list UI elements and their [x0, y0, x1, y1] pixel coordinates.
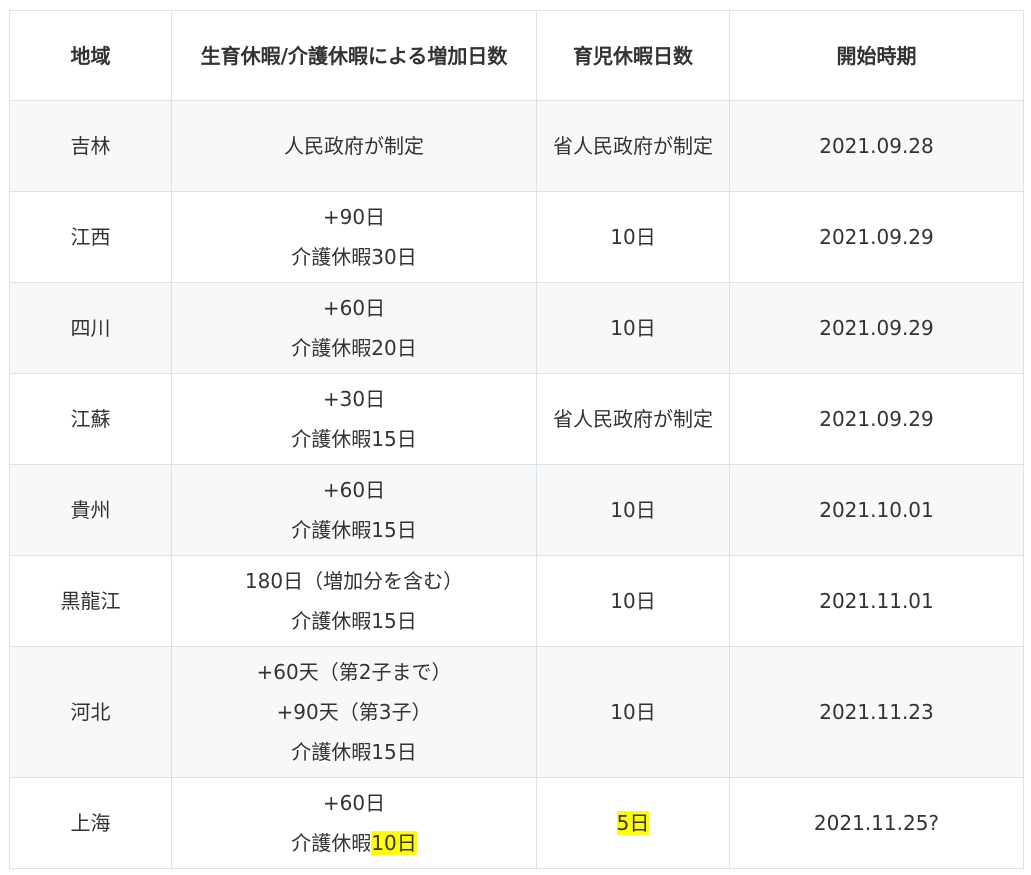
extra-line: 介護休暇15日 — [291, 740, 417, 764]
extra-line: +90日 — [322, 205, 386, 229]
cell-childcare: 5日 — [536, 777, 730, 869]
table-row: 貴州 +60日 介護休暇15日 10日 2021.10.01 — [9, 464, 1024, 556]
cell-region: 上海 — [9, 777, 172, 869]
cell-extra: +90日 介護休暇30日 — [171, 191, 537, 283]
extra-line: 介護休暇20日 — [291, 336, 417, 360]
extra-line: +90天（第3子） — [276, 700, 432, 724]
cell-extra: +30日 介護休暇15日 — [171, 373, 537, 465]
highlighted-text: 10日 — [371, 831, 417, 855]
cell-childcare: 10日 — [536, 282, 730, 374]
cell-region: 河北 — [9, 646, 172, 778]
cell-start: 2021.11.25? — [729, 777, 1024, 869]
highlighted-text: 5日 — [616, 811, 650, 835]
cell-start: 2021.09.29 — [729, 282, 1024, 374]
cell-start: 2021.11.23 — [729, 646, 1024, 778]
cell-region: 貴州 — [9, 464, 172, 556]
cell-childcare: 省人民政府が制定 — [536, 100, 730, 192]
table-row: 吉林 人民政府が制定 省人民政府が制定 2021.09.28 — [9, 100, 1024, 192]
cell-start: 2021.09.29 — [729, 191, 1024, 283]
leave-table: 地域 生育休暇/介護休暇による増加日数 育児休暇日数 開始時期 吉林 人民政府が… — [9, 10, 1024, 869]
cell-start: 2021.09.29 — [729, 373, 1024, 465]
extra-line: 人民政府が制定 — [284, 134, 424, 158]
extra-line: 介護休暇15日 — [291, 518, 417, 542]
cell-region: 黒龍江 — [9, 555, 172, 647]
extra-prefix: 介護休暇 — [291, 831, 372, 855]
extra-line: +60日 — [322, 478, 386, 502]
extra-line: +60日 — [322, 791, 386, 815]
table-row: 河北 +60天（第2子まで） +90天（第3子） 介護休暇15日 10日 202… — [9, 646, 1024, 778]
table-header-row: 地域 生育休暇/介護休暇による増加日数 育児休暇日数 開始時期 — [9, 10, 1024, 101]
cell-childcare: 10日 — [536, 191, 730, 283]
cell-extra: 180日（増加分を含む） 介護休暇15日 — [171, 555, 537, 647]
extra-line-highlighted: 介護休暇10日 — [182, 823, 526, 863]
cell-childcare: 10日 — [536, 555, 730, 647]
cell-region: 四川 — [9, 282, 172, 374]
extra-line: +60日 — [322, 296, 386, 320]
header-start-date: 開始時期 — [729, 10, 1024, 101]
table-row: 上海 +60日 介護休暇10日 5日 2021.11.25? — [9, 777, 1024, 869]
extra-line: +60天（第2子まで） — [256, 660, 452, 684]
header-region: 地域 — [9, 10, 172, 101]
header-childcare-days: 育児休暇日数 — [536, 10, 730, 101]
cell-extra: +60日 介護休暇15日 — [171, 464, 537, 556]
table-row: 黒龍江 180日（増加分を含む） 介護休暇15日 10日 2021.11.01 — [9, 555, 1024, 647]
cell-childcare: 10日 — [536, 464, 730, 556]
cell-region: 江西 — [9, 191, 172, 283]
extra-line: 介護休暇15日 — [291, 427, 417, 451]
cell-extra: +60天（第2子まで） +90天（第3子） 介護休暇15日 — [171, 646, 537, 778]
table-row: 江蘇 +30日 介護休暇15日 省人民政府が制定 2021.09.29 — [9, 373, 1024, 465]
cell-extra: +60日 介護休暇10日 — [171, 777, 537, 869]
extra-line: 介護休暇15日 — [291, 609, 417, 633]
extra-line: +30日 — [322, 387, 386, 411]
table-row: 江西 +90日 介護休暇30日 10日 2021.09.29 — [9, 191, 1024, 283]
cell-start: 2021.09.28 — [729, 100, 1024, 192]
cell-region: 吉林 — [9, 100, 172, 192]
cell-start: 2021.11.01 — [729, 555, 1024, 647]
cell-childcare: 10日 — [536, 646, 730, 778]
table-row: 四川 +60日 介護休暇20日 10日 2021.09.29 — [9, 282, 1024, 374]
cell-childcare: 省人民政府が制定 — [536, 373, 730, 465]
cell-start: 2021.10.01 — [729, 464, 1024, 556]
extra-line: 介護休暇30日 — [291, 245, 417, 269]
header-extra-days: 生育休暇/介護休暇による増加日数 — [171, 10, 537, 101]
cell-region: 江蘇 — [9, 373, 172, 465]
cell-extra: +60日 介護休暇20日 — [171, 282, 537, 374]
extra-line: 180日（増加分を含む） — [244, 569, 464, 593]
cell-extra: 人民政府が制定 — [171, 100, 537, 192]
